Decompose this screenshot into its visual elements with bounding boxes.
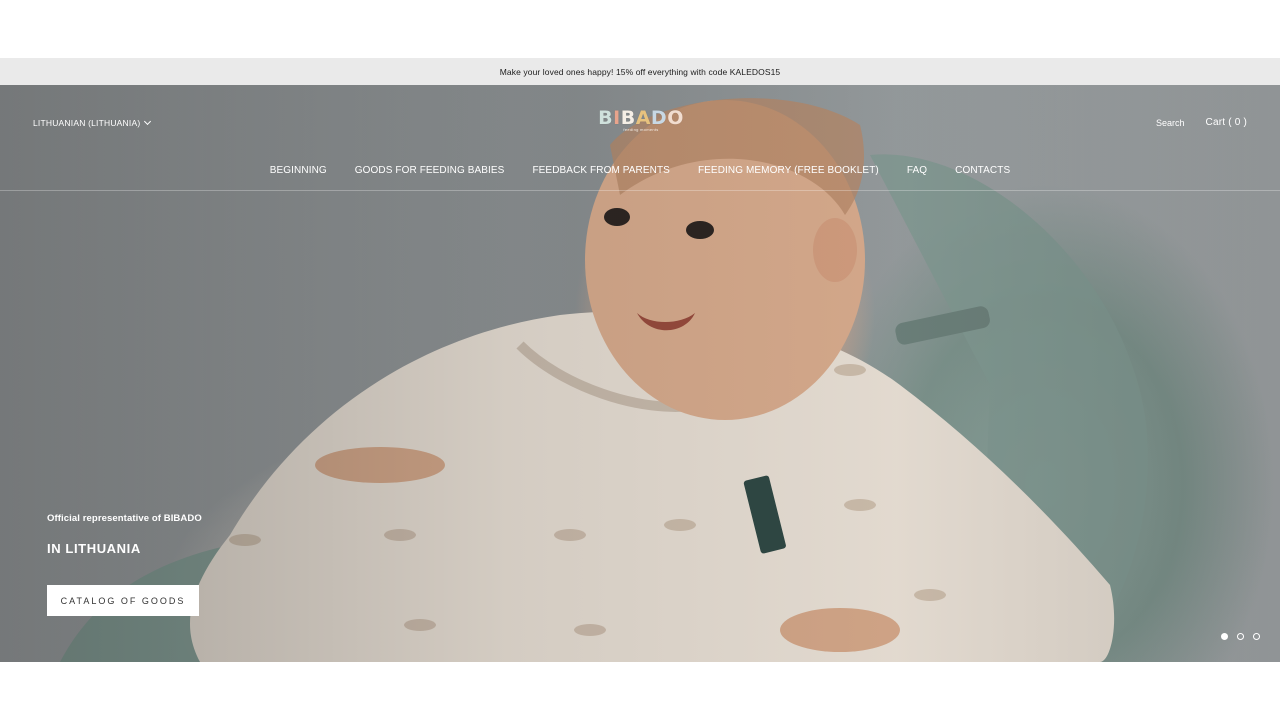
catalog-of-goods-button[interactable]: CATALOG OF GOODS bbox=[47, 585, 199, 616]
slide-dot-1[interactable] bbox=[1221, 633, 1228, 640]
hero-slideshow: LITHUANIAN (LITHUANIA) BIBADO feeding mo… bbox=[0, 85, 1280, 662]
nav-item-goods-for-feeding-babies[interactable]: GOODS FOR FEEDING BABIES bbox=[355, 161, 505, 190]
hero-title: IN LITHUANIA bbox=[47, 541, 141, 556]
hero-subtitle: Official representative of BIBADO bbox=[47, 513, 202, 524]
site-header: LITHUANIAN (LITHUANIA) BIBADO feeding mo… bbox=[0, 85, 1280, 161]
main-navigation: BEGINNING GOODS FOR FEEDING BABIES FEEDB… bbox=[0, 161, 1280, 191]
language-selector[interactable]: LITHUANIAN (LITHUANIA) bbox=[33, 117, 152, 128]
logo-wordmark: BIBADO bbox=[598, 107, 684, 129]
logo-tagline: feeding moments bbox=[623, 127, 659, 132]
search-link[interactable]: Search bbox=[1156, 118, 1185, 128]
slide-dot-3[interactable] bbox=[1253, 633, 1260, 640]
slideshow-pagination bbox=[1221, 633, 1260, 640]
slide-dot-2[interactable] bbox=[1237, 633, 1244, 640]
cart-link[interactable]: Cart ( 0 ) bbox=[1206, 117, 1247, 128]
nav-item-feedback-from-parents[interactable]: FEEDBACK FROM PARENTS bbox=[532, 161, 670, 190]
header-actions: Search Cart ( 0 ) bbox=[1156, 117, 1247, 128]
language-label: LITHUANIAN (LITHUANIA) bbox=[33, 118, 141, 128]
nav-item-beginning[interactable]: BEGINNING bbox=[270, 161, 327, 190]
chevron-down-icon bbox=[144, 117, 152, 126]
announcement-text: Make your loved ones happy! 15% off ever… bbox=[499, 66, 781, 77]
hero-caption: Official representative of BIBADO IN LIT… bbox=[47, 513, 202, 556]
nav-item-faq[interactable]: FAQ bbox=[907, 161, 927, 190]
nav-item-feeding-memory[interactable]: FEEDING MEMORY (FREE BOOKLET) bbox=[698, 161, 879, 190]
nav-item-contacts[interactable]: CONTACTS bbox=[955, 161, 1010, 190]
site-logo[interactable]: BIBADO feeding moments bbox=[598, 107, 683, 139]
announcement-bar: Make your loved ones happy! 15% off ever… bbox=[0, 58, 1280, 85]
